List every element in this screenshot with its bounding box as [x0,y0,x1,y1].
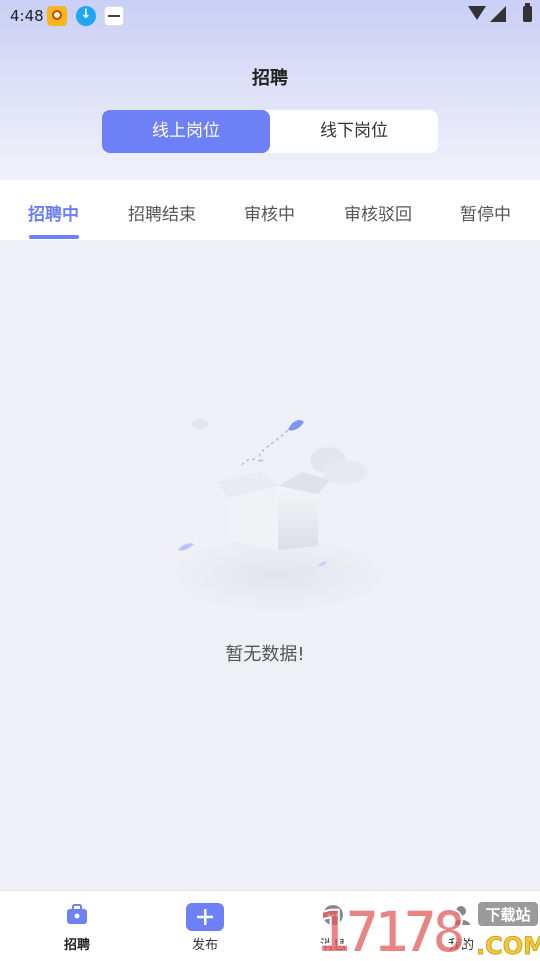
tab-recruiting[interactable]: 招聘中 [28,200,79,225]
job-type-segmented-control: 线上岗位 线下岗位 [102,110,438,153]
signal-icon [490,6,506,22]
watermark-number: 17178 [316,898,464,960]
nav-publish[interactable]: 发布 [155,891,255,961]
nav-recruit-label: 招聘 [63,938,90,953]
download-notification-icon [76,6,96,26]
wifi-icon [468,6,486,20]
nav-recruit[interactable]: 招聘 [27,891,127,961]
status-bar: 4:48 [0,0,540,32]
plus-icon [186,903,224,931]
empty-box-illustration [166,419,390,613]
watermark-logo: 17178 下载站 .COM [316,897,540,960]
tab-paused[interactable]: 暂停中 [460,200,511,225]
tab-under-review[interactable]: 审核中 [244,200,295,225]
watermark-tag: 下载站 [485,906,530,924]
online-jobs-tab[interactable]: 线上岗位 [102,110,270,153]
watermark-suffix: .COM [476,932,540,960]
battery-icon [523,3,532,22]
status-tabs: 招聘中 招聘结束 审核中 审核驳回 暂停中 [0,180,540,240]
status-time: 4:48 [10,7,44,25]
nav-publish-label: 发布 [191,938,218,953]
active-tab-indicator [29,235,79,239]
app-notification-icon [104,6,124,26]
page-title: 招聘 [252,68,288,89]
tab-recruitment-ended[interactable]: 招聘结束 [128,200,196,225]
app-notification-icon [47,6,67,26]
briefcase-icon [67,904,87,924]
offline-jobs-tab[interactable]: 线下岗位 [270,110,438,153]
empty-state-message: 暂无数据! [225,644,305,665]
tab-review-rejected[interactable]: 审核驳回 [344,200,412,225]
